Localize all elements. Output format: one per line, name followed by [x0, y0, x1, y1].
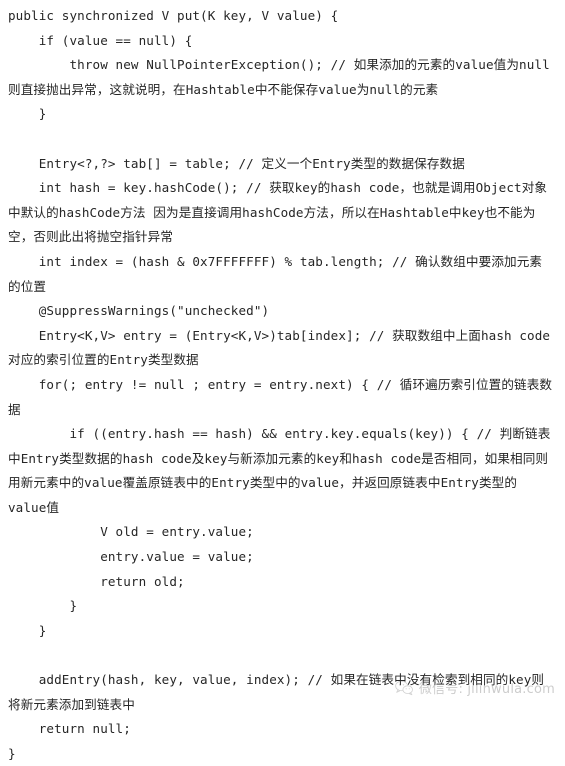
- code-line: int hash = key.hashCode(); // 获取key的hash…: [8, 180, 548, 245]
- code-line: throw new NullPointerException(); // 如果添…: [8, 57, 550, 97]
- code-line: if ((entry.hash == hash) && entry.key.eq…: [8, 426, 551, 515]
- code-listing: public synchronized V put(K key, V value…: [0, 0, 565, 766]
- code-line: int index = (hash & 0x7FFFFFFF) % tab.le…: [8, 253, 543, 294]
- code-line: if (value == null) {: [8, 32, 193, 48]
- code-line: }: [8, 745, 16, 761]
- code-line: Entry<K,V> entry = (Entry<K,V>)tab[index…: [8, 327, 551, 368]
- code-line: @SuppressWarnings("unchecked"): [8, 303, 270, 319]
- code-line: }: [8, 598, 78, 614]
- code-line: V old = entry.value;: [8, 524, 254, 540]
- code-line: addEntry(hash, key, value, index); // 如果…: [8, 672, 545, 712]
- code-line: entry.value = value;: [8, 549, 254, 565]
- code-line: return null;: [8, 721, 131, 737]
- code-line: return old;: [8, 573, 185, 589]
- code-line: for(; entry != null ; entry = entry.next…: [8, 376, 553, 417]
- code-line: Entry<?,?> tab[] = table; // 定义一个Entry类型…: [8, 155, 465, 171]
- code-line: }: [8, 106, 47, 122]
- code-line: }: [8, 622, 47, 638]
- code-line: public synchronized V put(K key, V value…: [8, 8, 339, 23]
